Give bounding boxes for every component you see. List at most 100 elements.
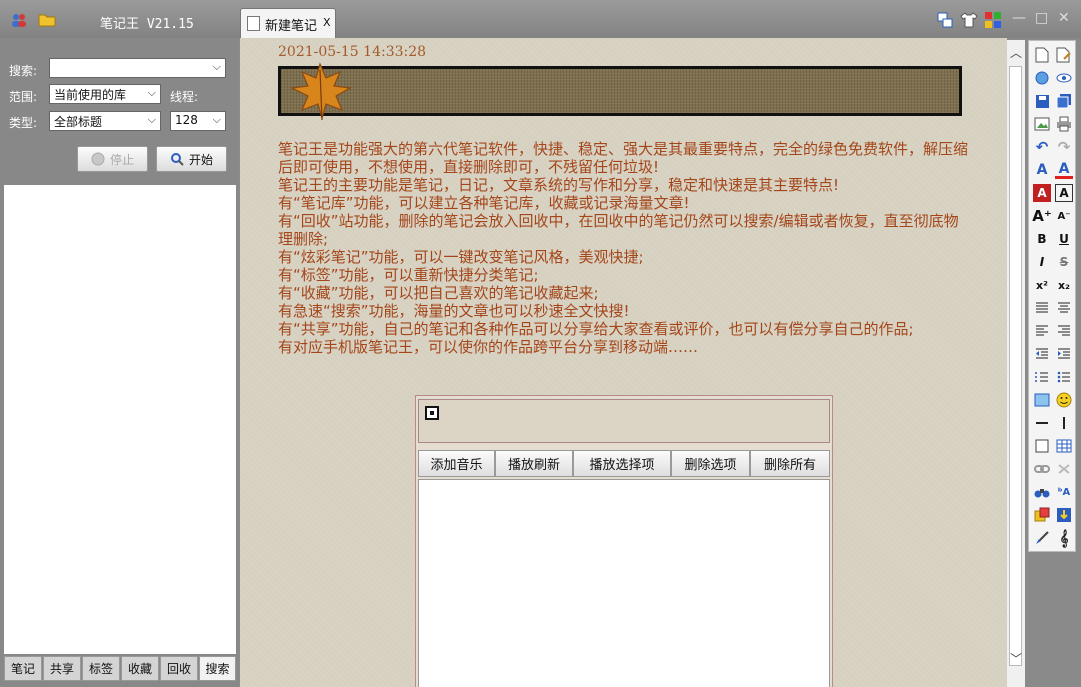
table-icon[interactable] bbox=[1055, 437, 1073, 455]
text-box-icon[interactable]: A bbox=[1055, 184, 1073, 202]
align-right-icon[interactable] bbox=[1055, 322, 1073, 340]
close-button[interactable]: ✕ bbox=[1058, 10, 1070, 26]
redo-icon[interactable]: ↷ bbox=[1055, 138, 1073, 156]
link-icon[interactable] bbox=[1033, 460, 1051, 478]
numbered-list-icon[interactable] bbox=[1033, 368, 1051, 386]
tab-new-note[interactable]: 新建笔记 X bbox=[240, 8, 336, 38]
stop-icon bbox=[91, 152, 105, 166]
tab-share[interactable]: 共享 bbox=[43, 656, 81, 681]
document-icon bbox=[247, 16, 260, 31]
chevron-down-icon: ⌵ bbox=[147, 113, 156, 126]
insert-object-icon[interactable] bbox=[1033, 506, 1051, 524]
align-justify-icon[interactable] bbox=[1033, 299, 1051, 317]
scope-select[interactable]: 当前使用的库 ⌵ bbox=[49, 84, 161, 104]
music-player-header bbox=[418, 399, 830, 443]
shirt-skin-icon[interactable] bbox=[960, 11, 978, 29]
bullet-list-icon[interactable] bbox=[1055, 368, 1073, 386]
maximize-button[interactable]: □ bbox=[1035, 10, 1048, 26]
text-color-icon[interactable]: A bbox=[1055, 161, 1073, 179]
highlight-color-icon[interactable]: A bbox=[1033, 184, 1051, 202]
add-music-button[interactable]: 添加音乐 bbox=[418, 450, 495, 477]
editor-scrollbar[interactable]: ︿ ﹀ bbox=[1007, 40, 1025, 687]
note-paragraph: 有“收藏”功能，可以把自己喜欢的笔记收藏起来; bbox=[278, 284, 599, 302]
find-binoculars-icon[interactable] bbox=[1033, 483, 1051, 501]
play-refresh-button[interactable]: 播放刷新 bbox=[495, 450, 573, 477]
undo-icon[interactable]: ↶ bbox=[1033, 138, 1051, 156]
scroll-down-icon[interactable]: ﹀ bbox=[1010, 650, 1022, 667]
new-document-icon[interactable] bbox=[1033, 46, 1051, 64]
delete-selected-button[interactable]: 删除选项 bbox=[671, 450, 750, 477]
font-color-icon[interactable]: A bbox=[1033, 161, 1051, 179]
color-grid-icon[interactable] bbox=[984, 11, 1002, 29]
indent-decrease-icon[interactable] bbox=[1033, 345, 1051, 363]
threads-select[interactable]: 128 ⌵ bbox=[170, 111, 226, 131]
tab-label: 新建笔记 bbox=[265, 19, 318, 34]
decrease-font-icon[interactable]: A⁻ bbox=[1055, 207, 1073, 225]
italic-icon[interactable]: I bbox=[1033, 253, 1051, 271]
tab-recycle[interactable]: 回收 bbox=[160, 656, 198, 681]
type-select-value: 全部标题 bbox=[54, 115, 103, 129]
stop-button[interactable]: 停止 bbox=[77, 146, 148, 172]
save-all-icon[interactable] bbox=[1055, 92, 1073, 110]
search-input[interactable]: ⌵ bbox=[49, 58, 226, 78]
note-body[interactable]: 笔记王是功能强大的第六代笔记软件，快捷、稳定、强大是其最重要特点，完全的绿色免费… bbox=[278, 140, 968, 356]
image-icon[interactable] bbox=[1033, 115, 1051, 133]
note-paragraph: 有“共享”功能，自己的笔记和各种作品可以分享给大家查看或评价，也可以有偿分享自己… bbox=[278, 320, 914, 338]
scroll-up-icon[interactable]: ︿ bbox=[1010, 44, 1022, 61]
horizontal-line-icon[interactable] bbox=[1033, 414, 1051, 432]
users-icon[interactable] bbox=[10, 12, 28, 28]
subscript-icon[interactable]: x₂ bbox=[1055, 276, 1073, 294]
chevron-down-icon: ⌵ bbox=[212, 60, 221, 73]
tab-tags[interactable]: 标签 bbox=[82, 656, 120, 681]
format-toolbar: ↶ ↷ A A A A A⁺ A⁻ B U I S x² x₂ ᵇA 𝄞 bbox=[1028, 40, 1076, 552]
smiley-icon[interactable] bbox=[1055, 391, 1073, 409]
minimize-button[interactable]: — bbox=[1012, 10, 1026, 26]
indent-increase-icon[interactable] bbox=[1055, 345, 1073, 363]
bold-icon[interactable]: B bbox=[1033, 230, 1051, 248]
note-paragraph: 笔记王是功能强大的第六代笔记软件，快捷、稳定、强大是其最重要特点，完全的绿色免费… bbox=[278, 140, 969, 176]
music-playlist[interactable] bbox=[418, 479, 830, 687]
folder-icon[interactable] bbox=[38, 12, 56, 28]
tab-close-button[interactable]: X bbox=[323, 16, 331, 29]
strikethrough-icon[interactable]: S bbox=[1055, 253, 1073, 271]
type-select[interactable]: 全部标题 ⌵ bbox=[49, 111, 161, 131]
print-icon[interactable] bbox=[1055, 115, 1073, 133]
search-results-list[interactable] bbox=[4, 185, 236, 654]
replace-icon[interactable]: ᵇA bbox=[1055, 483, 1073, 501]
superscript-icon[interactable]: x² bbox=[1033, 276, 1051, 294]
note-editor[interactable]: 2021-05-15 14:33:28 笔记王是功能强大的第六代笔记软件，快捷、… bbox=[240, 38, 1007, 687]
edit-document-icon[interactable] bbox=[1055, 46, 1073, 64]
increase-font-icon[interactable]: A⁺ bbox=[1032, 207, 1052, 225]
player-control-icon[interactable] bbox=[425, 406, 439, 420]
brush-icon[interactable] bbox=[1033, 529, 1051, 547]
checkbox-icon[interactable] bbox=[1033, 437, 1051, 455]
unlink-icon[interactable] bbox=[1055, 460, 1073, 478]
window-cascade-icon[interactable] bbox=[936, 11, 954, 29]
align-center-icon[interactable] bbox=[1055, 299, 1073, 317]
scope-select-value: 当前使用的库 bbox=[54, 88, 127, 102]
browser-icon[interactable] bbox=[1033, 69, 1051, 87]
threads-select-value: 128 bbox=[175, 113, 198, 127]
vertical-line-icon[interactable] bbox=[1055, 414, 1073, 432]
note-paragraph: 笔记王的主要功能是笔记，日记，文章系统的写作和分享，稳定和快速是其主要特点! bbox=[278, 176, 840, 194]
align-left-icon[interactable] bbox=[1033, 322, 1051, 340]
start-button-label: 开始 bbox=[188, 152, 213, 167]
delete-all-button[interactable]: 删除所有 bbox=[750, 450, 830, 477]
app-title: 笔记王 V21.15 bbox=[100, 17, 194, 32]
stop-button-label: 停止 bbox=[109, 152, 134, 167]
bottom-tab-bar: 笔记 共享 标签 收藏 回收 搜索 bbox=[4, 656, 236, 681]
tab-notes[interactable]: 笔记 bbox=[4, 656, 42, 681]
maple-leaf-icon bbox=[289, 62, 352, 121]
tab-favorites[interactable]: 收藏 bbox=[121, 656, 159, 681]
save-icon[interactable] bbox=[1033, 92, 1051, 110]
search-label: 搜索: bbox=[9, 64, 38, 78]
preview-eye-icon[interactable] bbox=[1055, 69, 1073, 87]
import-icon[interactable] bbox=[1055, 506, 1073, 524]
underline-icon[interactable]: U bbox=[1055, 230, 1073, 248]
scroll-thumb[interactable] bbox=[1009, 66, 1022, 666]
music-note-icon[interactable]: 𝄞 bbox=[1055, 529, 1073, 547]
play-selected-button[interactable]: 播放选择项 bbox=[573, 450, 671, 477]
tab-search[interactable]: 搜索 bbox=[199, 656, 236, 681]
start-button[interactable]: 开始 bbox=[156, 146, 227, 172]
insert-picture-icon[interactable] bbox=[1033, 391, 1051, 409]
